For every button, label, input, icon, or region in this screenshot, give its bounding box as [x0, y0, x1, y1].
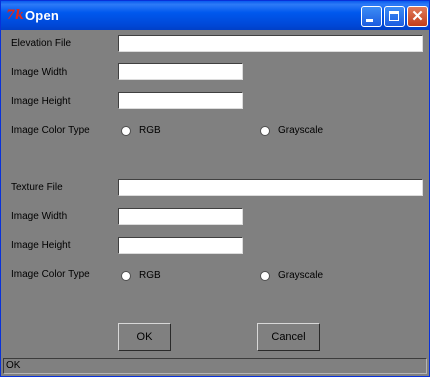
- maximize-icon: [389, 11, 399, 21]
- title-bar[interactable]: 7k Open ✕: [1, 1, 429, 30]
- texture-file-label: Texture File: [11, 182, 63, 193]
- maximize-button[interactable]: [384, 6, 405, 27]
- texture-height-input[interactable]: [118, 237, 243, 254]
- minimize-icon: [366, 19, 373, 22]
- close-button[interactable]: ✕: [407, 6, 428, 27]
- texture-rgb-label[interactable]: RGB: [139, 270, 161, 281]
- texture-grayscale-radio[interactable]: [260, 271, 270, 281]
- elevation-height-label: Image Height: [11, 96, 71, 107]
- elevation-grayscale-radio[interactable]: [260, 126, 270, 136]
- open-dialog-window: 7k Open ✕ Elevation File Image Width Ima…: [0, 0, 430, 377]
- elevation-file-input[interactable]: [118, 35, 423, 52]
- status-bar: OK: [3, 358, 427, 374]
- ok-button[interactable]: OK: [118, 323, 171, 351]
- texture-height-label: Image Height: [11, 240, 71, 251]
- elevation-file-label: Elevation File: [11, 38, 72, 49]
- texture-width-input[interactable]: [118, 208, 243, 225]
- status-text: OK: [6, 360, 21, 371]
- elevation-width-label: Image Width: [11, 67, 68, 78]
- texture-rgb-radio[interactable]: [121, 271, 131, 281]
- elevation-width-input[interactable]: [118, 63, 243, 80]
- elevation-rgb-radio[interactable]: [121, 126, 131, 136]
- elevation-height-input[interactable]: [118, 92, 243, 109]
- cancel-button[interactable]: Cancel: [257, 323, 320, 351]
- elevation-grayscale-label[interactable]: Grayscale: [278, 125, 323, 136]
- window-title: Open: [25, 8, 60, 23]
- elevation-color-type-label: Image Color Type: [11, 125, 90, 136]
- texture-file-input[interactable]: [118, 179, 423, 196]
- tk-feather-icon: 7k: [6, 8, 25, 23]
- texture-color-type-label: Image Color Type: [11, 269, 90, 280]
- texture-grayscale-label[interactable]: Grayscale: [278, 270, 323, 281]
- minimize-button[interactable]: [361, 6, 382, 27]
- elevation-rgb-label[interactable]: RGB: [139, 125, 161, 136]
- texture-width-label: Image Width: [11, 211, 68, 222]
- close-icon: ✕: [411, 8, 424, 25]
